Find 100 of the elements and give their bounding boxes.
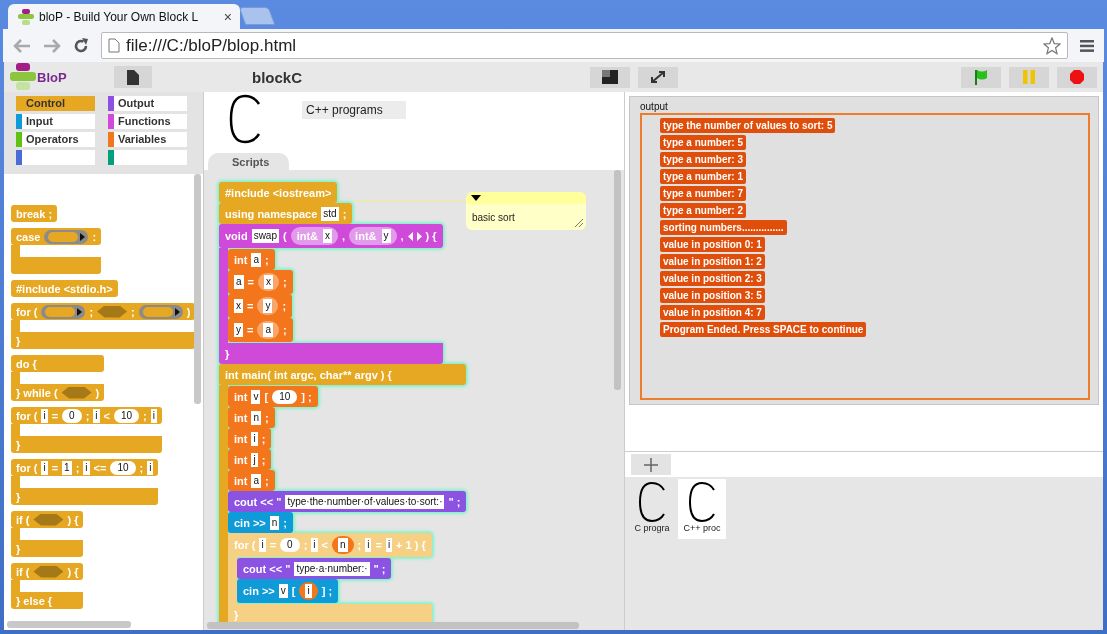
code-block[interactable]: int i ;: [228, 428, 272, 449]
input-slot[interactable]: a: [251, 252, 261, 267]
number-slot[interactable]: 10: [272, 389, 298, 404]
star-icon[interactable]: [1043, 36, 1061, 55]
parameter-pill[interactable]: int& x: [290, 227, 339, 245]
fullscreen-button[interactable]: [638, 66, 678, 88]
input-slot[interactable]: i: [311, 538, 318, 552]
input-slot[interactable]: i: [305, 584, 312, 598]
variable-reporter[interactable]: x: [258, 273, 279, 291]
code-block[interactable]: int a ;: [228, 470, 275, 491]
scrollbar[interactable]: [194, 174, 201, 404]
input-slot[interactable]: y: [381, 229, 391, 243]
number-slot[interactable]: 0: [62, 408, 82, 423]
browser-tab[interactable]: bloP - Build Your Own Block L ×: [8, 4, 240, 29]
add-sprite-button[interactable]: [631, 454, 671, 475]
block-header[interactable]: for ( i = 0 ; i < n ; i = i + 1 ) {: [228, 533, 432, 557]
code-block[interactable]: int j ;: [228, 449, 272, 470]
stage-size-button[interactable]: [590, 66, 630, 88]
new-tab-button[interactable]: [238, 7, 276, 25]
variable-reporter[interactable]: n: [331, 536, 354, 554]
sprite-thumbnail[interactable]: C++ proc: [678, 479, 726, 539]
input-slot[interactable]: n: [269, 515, 280, 530]
resize-grip-icon[interactable]: [574, 218, 583, 227]
command-slot[interactable]: [138, 304, 183, 319]
block-header[interactable]: void swap ( int& x , int& y , ) {: [219, 224, 443, 248]
input-slot[interactable]: i: [150, 408, 157, 423]
input-slot[interactable]: j: [251, 452, 258, 467]
input-slot[interactable]: v: [278, 584, 288, 598]
code-block[interactable]: using namespace std ;: [219, 203, 353, 224]
parameter-pill[interactable]: int& y: [349, 227, 397, 245]
back-icon[interactable]: [13, 38, 31, 53]
code-block[interactable]: cin >> v [ i ] ;: [237, 579, 339, 603]
scrollbar[interactable]: [614, 170, 621, 390]
scrollbar[interactable]: [7, 621, 131, 628]
input-slot[interactable]: 1: [62, 460, 72, 475]
scripts-tab[interactable]: Scripts: [208, 153, 290, 170]
input-slot[interactable]: i: [41, 408, 48, 423]
forward-icon[interactable]: [43, 38, 61, 53]
code-block[interactable]: x = y ;: [228, 294, 293, 318]
command-slot[interactable]: [41, 304, 86, 319]
input-slot[interactable]: y: [263, 299, 273, 313]
input-slot[interactable]: type·a·number:·: [294, 561, 370, 576]
input-slot[interactable]: a: [234, 275, 244, 289]
code-block[interactable]: int n ;: [228, 407, 275, 428]
input-slot[interactable]: n: [251, 410, 261, 425]
flag-button[interactable]: [961, 66, 1001, 88]
address-bar[interactable]: file:///C:/bloP/blop.html: [101, 32, 1068, 59]
variable-reporter[interactable]: y: [257, 297, 279, 315]
input-slot[interactable]: i: [147, 460, 154, 475]
input-slot[interactable]: i: [251, 431, 258, 446]
arrows-icon[interactable]: [407, 231, 422, 241]
input-slot[interactable]: swap: [251, 229, 279, 243]
category-button[interactable]: Operators: [16, 132, 95, 147]
input-slot[interactable]: type·the·number·of·values·to·sort:·: [285, 494, 445, 509]
block-footer[interactable]: }: [219, 343, 443, 364]
input-slot[interactable]: x: [234, 299, 243, 313]
code-block[interactable]: cout << " type·the·number·of·values·to·sort:· " ;: [228, 491, 467, 512]
tab-close-button[interactable]: ×: [223, 8, 232, 25]
input-slot[interactable]: std: [321, 206, 339, 221]
sprite-thumbnail[interactable]: C progra: [628, 479, 676, 539]
input-slot[interactable]: x: [264, 275, 273, 289]
input-slot[interactable]: i: [41, 460, 48, 475]
stop-button[interactable]: [1057, 66, 1097, 88]
input-slot[interactable]: n: [337, 538, 348, 552]
input-slot[interactable]: y: [234, 323, 243, 337]
input-slot[interactable]: a: [263, 323, 273, 337]
variable-reporter[interactable]: a: [257, 321, 279, 339]
input-slot[interactable]: x: [323, 229, 333, 243]
input-slot[interactable]: i: [83, 460, 90, 475]
input-slot[interactable]: i: [259, 538, 266, 552]
category-button[interactable]: [16, 150, 95, 165]
input-slot[interactable]: v: [251, 389, 261, 404]
category-button[interactable]: [108, 150, 187, 165]
file-button[interactable]: [114, 66, 152, 88]
sprite-name-field[interactable]: C++ programs: [302, 101, 406, 119]
code-block[interactable]: int v [ 10 ] ;: [228, 386, 318, 407]
number-slot[interactable]: 10: [110, 460, 136, 475]
code-block[interactable]: cout << " type·a·number:· " ;: [237, 558, 392, 579]
code-block[interactable]: int a ;: [228, 249, 275, 270]
number-slot[interactable]: 10: [113, 408, 140, 423]
input-slot[interactable]: i: [365, 538, 372, 552]
reload-icon[interactable]: [73, 37, 89, 54]
block-header[interactable]: for ( i = 1 ; i <= 10 ; i: [11, 459, 159, 476]
category-button[interactable]: Variables: [108, 132, 187, 147]
menu-icon[interactable]: [1080, 39, 1094, 52]
collapse-icon[interactable]: [471, 195, 481, 201]
code-block[interactable]: cin >> n ;: [228, 512, 294, 533]
variable-reporter[interactable]: i: [299, 582, 318, 600]
category-button[interactable]: Functions: [108, 114, 187, 129]
command-slot[interactable]: [44, 229, 89, 244]
comment-note[interactable]: basic sort: [466, 192, 586, 230]
category-button[interactable]: Output: [108, 96, 187, 111]
category-button[interactable]: Control: [16, 96, 95, 111]
number-slot[interactable]: 0: [280, 538, 300, 552]
input-slot[interactable]: i: [385, 538, 393, 552]
category-button[interactable]: Input: [16, 114, 95, 129]
block-header[interactable]: for ( i = 0 ; i < 10 ; i: [11, 407, 162, 424]
code-block[interactable]: y = a ;: [228, 318, 293, 342]
input-slot[interactable]: a: [251, 473, 261, 488]
scrollbar[interactable]: [207, 622, 579, 629]
